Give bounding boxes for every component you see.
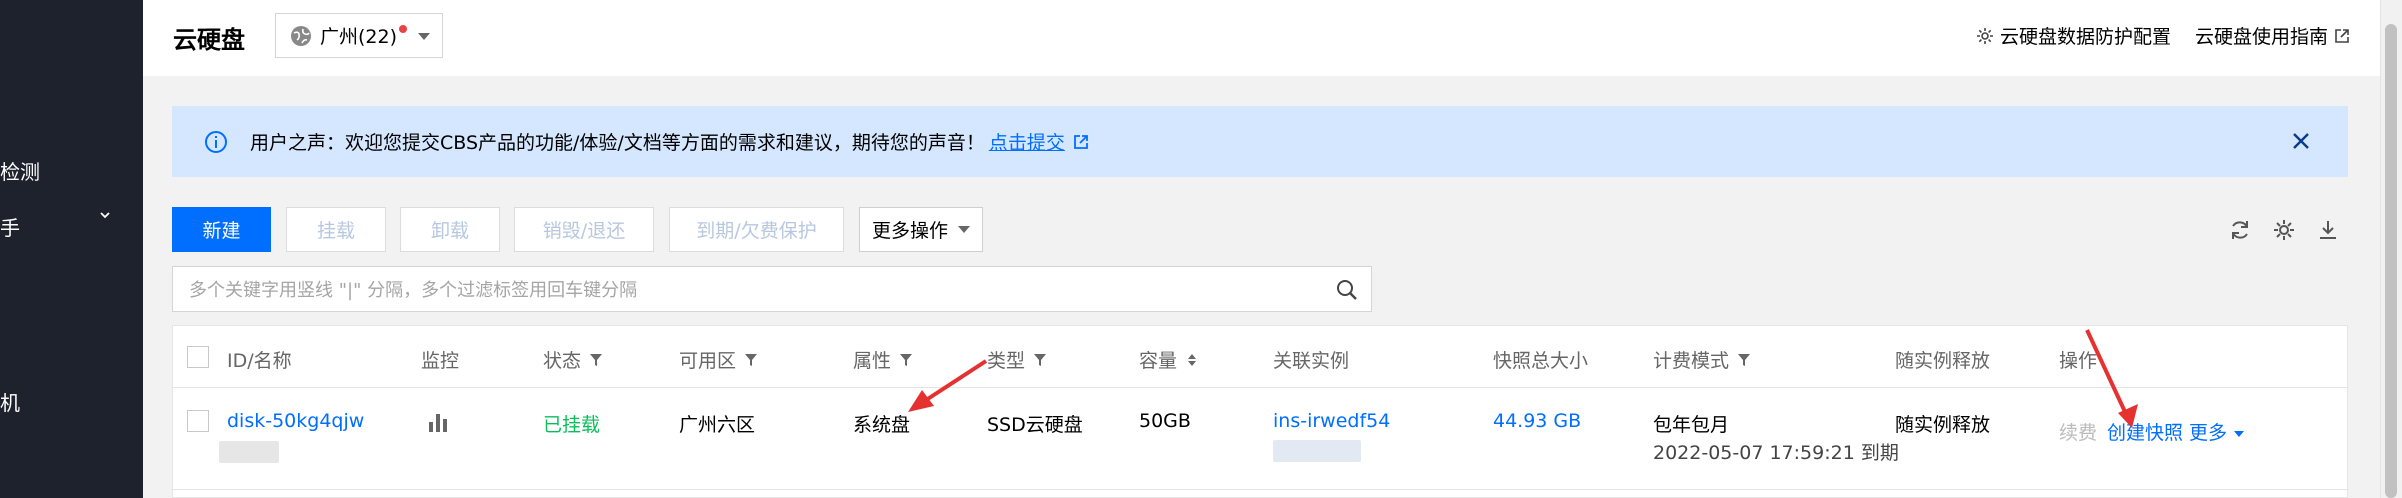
capacity-value: 50GB bbox=[1139, 410, 1191, 432]
more-actions-button[interactable]: 更多操作 bbox=[859, 207, 983, 252]
sidebar-item-detect[interactable]: 检测 bbox=[0, 156, 40, 185]
refresh-icon[interactable] bbox=[2228, 218, 2252, 242]
filter-icon[interactable] bbox=[1737, 353, 1751, 367]
page-title: 云硬盘 bbox=[173, 26, 245, 54]
caret-down-icon bbox=[2234, 431, 2245, 437]
col-status[interactable]: 状态 bbox=[543, 346, 603, 373]
release-value: 随实例释放 bbox=[1895, 414, 1991, 436]
notification-dot bbox=[399, 25, 407, 33]
filter-icon[interactable] bbox=[589, 353, 603, 367]
row-checkbox[interactable] bbox=[187, 410, 209, 432]
billing-mode: 包年包月 bbox=[1653, 414, 1730, 436]
download-icon[interactable] bbox=[2316, 218, 2340, 242]
caret-down-icon bbox=[958, 226, 970, 233]
col-billing[interactable]: 计费模式 bbox=[1653, 346, 1751, 373]
create-snapshot-button[interactable]: 创建快照 bbox=[2107, 418, 2183, 445]
disk-id-link[interactable]: disk-50kg4qjw bbox=[227, 410, 364, 432]
filter-icon[interactable] bbox=[744, 353, 758, 367]
col-capacity[interactable]: 容量 bbox=[1139, 346, 1199, 373]
attr-value: 系统盘 bbox=[853, 414, 911, 436]
feedback-banner: 用户之声：欢迎您提交CBS产品的功能/体验/文档等方面的需求和建议，期待您的声音… bbox=[172, 106, 2348, 177]
search-icon[interactable] bbox=[1335, 278, 1359, 302]
snapshot-size[interactable]: 44.93 GB bbox=[1493, 410, 1581, 432]
caret-down-icon bbox=[418, 33, 430, 40]
top-links: 云硬盘数据防护配置 云硬盘使用指南 bbox=[1976, 22, 2350, 49]
col-snapshot: 快照总大小 bbox=[1493, 350, 1589, 372]
sort-icon[interactable] bbox=[1185, 353, 1199, 367]
more-ops-button[interactable]: 更多 bbox=[2189, 418, 2245, 445]
status-mounted: 已挂载 bbox=[543, 414, 601, 436]
col-zone[interactable]: 可用区 bbox=[679, 346, 758, 373]
instance-link[interactable]: ins-irwedf54 bbox=[1273, 410, 1390, 432]
redacted-name bbox=[219, 441, 279, 463]
scrollbar-thumb[interactable] bbox=[2385, 24, 2397, 498]
user-guide-link[interactable]: 云硬盘使用指南 bbox=[2195, 22, 2350, 49]
sidebar-item-machine[interactable]: 机 bbox=[0, 387, 20, 416]
settings-icon[interactable] bbox=[2272, 218, 2296, 242]
redacted-instance-name bbox=[1273, 440, 1361, 462]
more-actions-label: 更多操作 bbox=[871, 220, 948, 242]
table-header: ID/名称 监控 状态 可用区 属性 类型 容量 关联实例 快照总大小 计费模式… bbox=[173, 326, 2347, 388]
monitor-chart-icon[interactable] bbox=[427, 412, 449, 434]
search-input[interactable]: 多个关键字用竖线 "|" 分隔，多个过滤标签用回车键分隔 bbox=[172, 266, 1372, 312]
unmount-button[interactable]: 卸载 bbox=[400, 207, 500, 252]
sidebar-item-assistant[interactable]: 手 bbox=[0, 212, 20, 241]
filter-icon[interactable] bbox=[899, 353, 913, 367]
banner-text: 用户之声：欢迎您提交CBS产品的功能/体验/文档等方面的需求和建议，期待您的声音… bbox=[250, 132, 985, 154]
col-attr[interactable]: 属性 bbox=[853, 346, 913, 373]
sidebar: 检测 手 机 bbox=[0, 0, 143, 498]
region-label: 广州(22) bbox=[320, 26, 398, 48]
col-release: 随实例释放 bbox=[1895, 350, 1991, 372]
search-placeholder: 多个关键字用竖线 "|" 分隔，多个过滤标签用回车键分隔 bbox=[189, 280, 638, 301]
close-icon[interactable] bbox=[2290, 130, 2312, 152]
external-link-icon[interactable] bbox=[1073, 134, 1089, 150]
expiry-date: 2022-05-07 17:59:21 到期 bbox=[1653, 442, 1899, 464]
zone-value: 广州六区 bbox=[679, 414, 756, 436]
table-tools bbox=[2228, 218, 2340, 242]
user-guide-label: 云硬盘使用指南 bbox=[2194, 26, 2328, 48]
globe-icon bbox=[291, 25, 311, 46]
expire-protection-button[interactable]: 到期/欠费保护 bbox=[669, 207, 844, 252]
destroy-button[interactable]: 销毁/退还 bbox=[514, 207, 654, 252]
col-id: ID/名称 bbox=[227, 350, 292, 372]
type-value: SSD云硬盘 bbox=[987, 414, 1083, 436]
info-icon bbox=[205, 130, 227, 153]
table-row: disk-50kg4qjw 已挂载 广州六区 系统盘 SSD云硬盘 50GB i… bbox=[173, 388, 2347, 490]
select-all-checkbox[interactable] bbox=[187, 346, 209, 368]
col-type[interactable]: 类型 bbox=[987, 346, 1047, 373]
banner-submit-link[interactable]: 点击提交 bbox=[989, 128, 1065, 155]
new-button[interactable]: 新建 bbox=[172, 207, 271, 252]
disk-table: ID/名称 监控 状态 可用区 属性 类型 容量 关联实例 快照总大小 计费模式… bbox=[172, 325, 2348, 498]
chevron-down-icon[interactable] bbox=[98, 208, 112, 222]
filter-icon[interactable] bbox=[1033, 353, 1047, 367]
col-ops: 操作 bbox=[2059, 350, 2098, 372]
renew-button[interactable]: 续费 bbox=[2059, 418, 2097, 445]
external-link-icon bbox=[2335, 28, 2349, 43]
col-monitor: 监控 bbox=[421, 350, 460, 372]
gear-icon bbox=[1976, 27, 1993, 44]
col-instance: 关联实例 bbox=[1273, 350, 1350, 372]
mount-button[interactable]: 挂载 bbox=[286, 207, 386, 252]
top-bar: 云硬盘 广州(22) 云硬盘数据防护配置 云硬盘使用指南 bbox=[143, 0, 2380, 76]
region-selector[interactable]: 广州(22) bbox=[275, 13, 443, 58]
data-protection-label: 云硬盘数据防护配置 bbox=[1999, 26, 2171, 48]
data-protection-link[interactable]: 云硬盘数据防护配置 bbox=[1976, 22, 2171, 49]
